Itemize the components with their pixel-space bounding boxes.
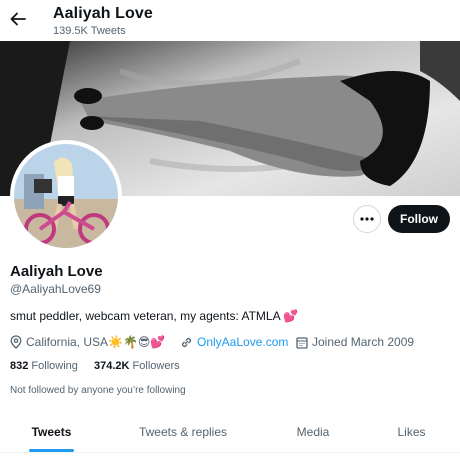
followers-label: Followers [132,360,180,372]
follow-context: Not followed by anyone you’re following [10,385,186,396]
tab-likes[interactable]: Likes [363,412,460,452]
arrow-left-icon [10,12,26,26]
following-label: Following [31,360,78,372]
location-text: California, USA☀️🌴😎💕 [26,335,166,349]
website-link[interactable]: OnlyAaLove.com [197,335,288,349]
website[interactable]: OnlyAaLove.com [180,334,288,350]
joined: Joined March 2009 [296,334,414,350]
location: California, USA☀️🌴😎💕 [10,334,165,350]
display-name: Aaliyah Love [10,263,103,280]
link-icon [181,337,192,347]
follow-button[interactable]: Follow [388,205,450,233]
back-button[interactable] [6,6,30,34]
following-count: 832 [10,360,29,372]
avatar[interactable] [10,140,122,252]
tab-tweets[interactable]: Tweets [0,412,103,452]
more-dots-icon [360,217,374,221]
followers-count: 374.2K [94,360,130,372]
joined-text: Joined March 2009 [312,335,415,349]
followers-link[interactable]: 374.2K Followers [94,360,180,372]
bio: smut peddler, webcam veteran, my agents:… [10,309,299,323]
following-link[interactable]: 832 Following [10,360,78,372]
tab-media[interactable]: Media [263,412,363,452]
header-title: Aaliyah Love [53,5,153,22]
more-options-button[interactable] [353,205,381,233]
handle: @AaliyahLove69 [10,282,101,296]
tab-tweets-and-replies[interactable]: Tweets & replies [103,412,263,452]
tweet-count: 139.5K Tweets [53,25,126,37]
profile-tabs: Tweets Tweets & replies Media Likes [0,412,460,452]
top-bar: Aaliyah Love 139.5K Tweets [0,0,460,41]
calendar-icon [296,336,308,349]
location-pin-icon [10,335,22,349]
tabs-divider [0,452,460,453]
